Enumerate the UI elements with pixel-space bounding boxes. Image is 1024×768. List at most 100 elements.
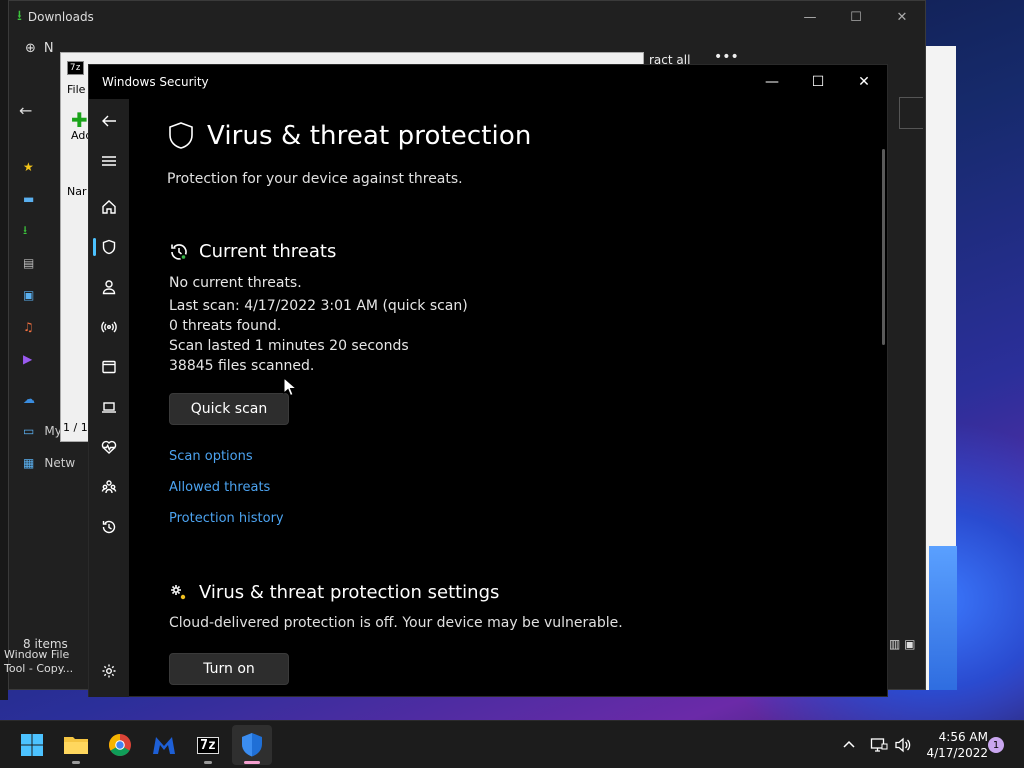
clock-date: 4/17/2022 (926, 746, 988, 760)
scan-duration-text: Scan lasted 1 minutes 20 seconds (169, 338, 409, 354)
shield-icon (102, 239, 116, 255)
nav-device-security-button[interactable] (89, 387, 129, 427)
threats-found-text: 0 threats found. (169, 318, 282, 334)
start-button[interactable] (12, 725, 52, 765)
notification-badge[interactable]: 1 (988, 737, 1004, 753)
family-icon (101, 480, 117, 494)
nav-back-button[interactable] (89, 101, 129, 141)
nav-device-health-button[interactable] (89, 427, 129, 467)
tray-overflow-chevron[interactable] (842, 721, 856, 768)
left-window-edge (0, 0, 8, 700)
shield-icon (169, 122, 193, 149)
last-scan-text: Last scan: 4/17/2022 3:01 AM (quick scan… (169, 298, 468, 314)
back-arrow-icon (102, 115, 116, 127)
current-threats-header: Current threats (169, 241, 336, 262)
taskbar-chrome[interactable] (100, 725, 140, 765)
sevenzip-logo-icon: 7z (67, 61, 84, 75)
behind-text-line2: Tool - Copy... (4, 662, 74, 675)
nav-virus-protection-button[interactable] (89, 227, 129, 267)
clock-time: 4:56 AM (938, 730, 988, 744)
allowed-threats-link[interactable]: Allowed threats (169, 480, 270, 495)
quick-scan-button[interactable]: Quick scan (169, 393, 289, 425)
nav-home-button[interactable] (89, 187, 129, 227)
protection-settings-title: Virus & threat protection settings (199, 582, 500, 603)
security-minimize-button[interactable]: — (749, 65, 795, 99)
page-header: Virus & threat protection (167, 121, 531, 151)
explorer-close-button[interactable]: ✕ (879, 1, 925, 33)
behind-window-text: Window File Tool - Copy... (4, 648, 73, 676)
files-scanned-text: 38845 files scanned. (169, 358, 315, 374)
content-scrollbar[interactable] (882, 149, 885, 345)
nav-account-protection-button[interactable] (89, 267, 129, 307)
windows-security-window[interactable]: Windows Security — ☐ ✕ Virus & threat pr… (88, 64, 888, 697)
explorer-search-input[interactable] (899, 97, 923, 129)
taskbar-malwarebytes[interactable] (144, 725, 184, 765)
taskbar-7zip[interactable]: 7z (188, 725, 228, 765)
page-title: Virus & threat protection (207, 121, 532, 151)
security-window-controls: — ☐ ✕ (749, 65, 887, 99)
explorer-running-indicator (72, 761, 80, 764)
sevenzip-status: 1 / 1 (63, 421, 88, 434)
explorer-more-button[interactable]: ••• (714, 49, 739, 65)
download-icon: ⭳ (17, 8, 22, 24)
new-plus-icon[interactable]: ⊕ (25, 41, 36, 56)
nav-network-label: Netw (44, 456, 76, 470)
explorer-maximize-button[interactable]: ☐ (833, 1, 879, 33)
no-threats-text: No current threats. (169, 275, 302, 291)
security-titlebar[interactable]: Windows Security — ☐ ✕ (89, 65, 887, 99)
nav-family-options-button[interactable] (89, 467, 129, 507)
current-threats-title: Current threats (199, 241, 337, 262)
app-window-icon (102, 360, 116, 374)
security-close-button[interactable]: ✕ (841, 65, 887, 99)
network-antenna-icon (101, 321, 117, 333)
nav-menu-button[interactable] (89, 141, 129, 181)
security-nav-rail (89, 99, 129, 697)
malwarebytes-icon (153, 737, 175, 754)
nav-protection-history-button[interactable] (89, 507, 129, 547)
windows-logo-icon (21, 734, 43, 756)
network-monitor-icon (870, 738, 888, 752)
nav-network-item[interactable]: ▦ Netw (23, 447, 83, 479)
heart-pulse-icon (101, 440, 117, 454)
explorer-back-icon[interactable]: ← (19, 101, 32, 120)
explorer-minimize-button[interactable]: — (787, 1, 833, 33)
sevenzip-name-column[interactable]: Nar (67, 185, 87, 198)
settings-gears-icon (171, 584, 187, 601)
explorer-view-buttons[interactable]: ▥ ▣ (889, 637, 916, 651)
explorer-new-label[interactable]: N (44, 41, 54, 56)
hamburger-icon (102, 156, 116, 166)
taskbar-clock[interactable]: 4:56 AM 4/17/2022 (918, 729, 988, 761)
behind-text-line1: Window File (4, 648, 70, 661)
protection-history-link[interactable]: Protection history (169, 511, 284, 526)
explorer-command-bar: ⊕ N (25, 41, 54, 56)
taskbar-file-explorer[interactable] (56, 725, 96, 765)
security-running-indicator (244, 761, 260, 764)
desktop: ⭳ Downloads — ☐ ✕ ⊕ N ract all ••• ← ★ ▬… (0, 0, 1024, 768)
gear-icon (102, 664, 116, 678)
security-content-pane[interactable]: Virus & threat protection Protection for… (129, 99, 887, 697)
tray-volume[interactable] (894, 721, 912, 768)
explorer-window-controls: — ☐ ✕ (787, 1, 925, 33)
nav-firewall-button[interactable] (89, 307, 129, 347)
chrome-icon (109, 734, 131, 756)
person-icon (102, 280, 116, 295)
speaker-icon (895, 737, 911, 753)
home-icon (102, 200, 116, 214)
scan-options-link[interactable]: Scan options (169, 449, 253, 464)
nav-settings-button[interactable] (89, 651, 129, 691)
background-window-art (929, 546, 957, 690)
tray-network[interactable] (870, 721, 888, 768)
threat-history-icon (171, 243, 187, 260)
history-icon (102, 520, 116, 534)
turn-on-button[interactable]: Turn on (169, 653, 289, 685)
taskbar: 7z 4:56 AM 4/17/2022 1 (0, 720, 1024, 768)
defender-shield-icon (242, 733, 262, 757)
chevron-up-icon (843, 740, 855, 748)
sevenzip-running-indicator (204, 761, 212, 764)
taskbar-windows-security[interactable] (232, 725, 272, 765)
cloud-protection-warning: Cloud-delivered protection is off. Your … (169, 615, 623, 631)
sevenzip-taskbar-icon: 7z (197, 736, 219, 754)
security-maximize-button[interactable]: ☐ (795, 65, 841, 99)
nav-app-browser-button[interactable] (89, 347, 129, 387)
page-subtitle: Protection for your device against threa… (167, 171, 463, 187)
